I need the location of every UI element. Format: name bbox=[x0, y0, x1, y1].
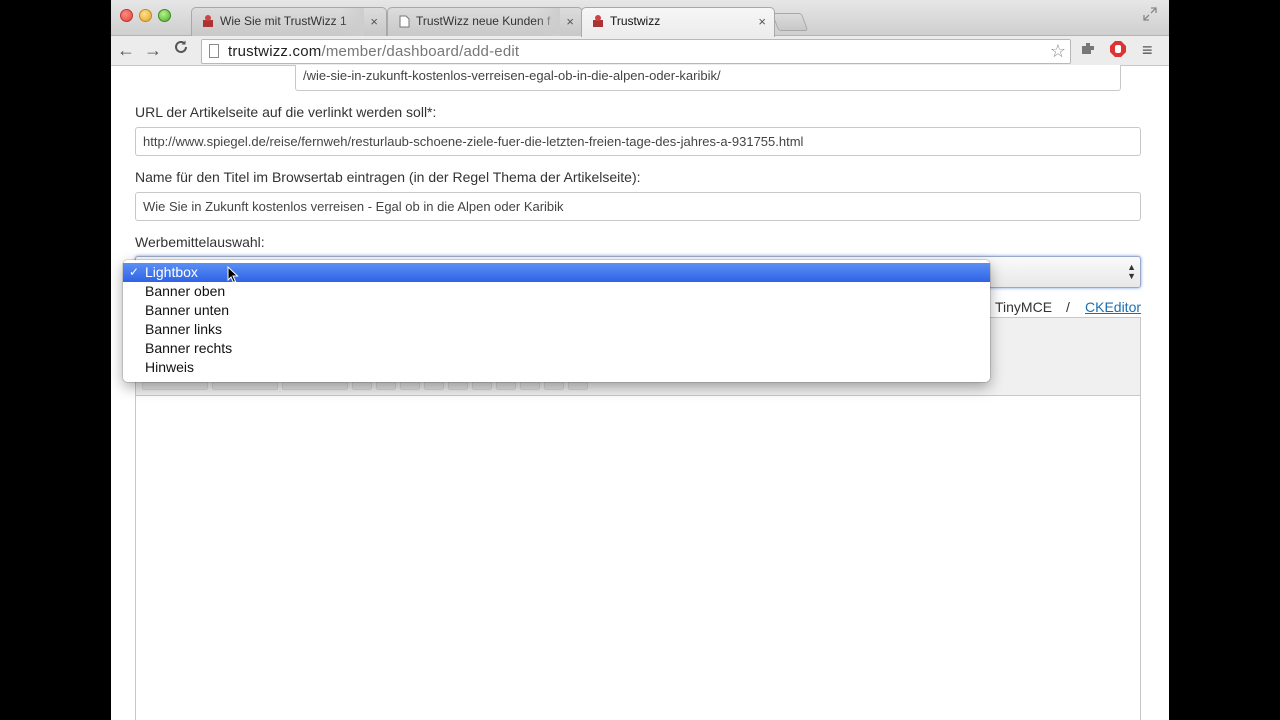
dropdown-option-banner-links[interactable]: Banner links bbox=[123, 320, 990, 339]
bookmark-star-icon[interactable]: ☆ bbox=[1050, 41, 1066, 62]
target-url-label: URL der Artikelseite auf die verlinkt we… bbox=[135, 104, 437, 120]
fullscreen-icon[interactable] bbox=[1143, 7, 1157, 24]
ad-select-label: Werbemittelauswahl: bbox=[135, 234, 265, 250]
page-content: /wie-sie-in-zukunft-kostenlos-verreisen-… bbox=[111, 65, 1169, 720]
close-tab-icon[interactable]: × bbox=[370, 14, 378, 29]
checkmark-icon: ✓ bbox=[129, 265, 140, 279]
dropdown-option-banner-oben[interactable]: Banner oben bbox=[123, 282, 990, 301]
article-path-input[interactable]: /wie-sie-in-zukunft-kostenlos-verreisen-… bbox=[295, 65, 1121, 91]
close-tab-icon[interactable]: × bbox=[566, 14, 574, 29]
browser-toolbar: ← → trustwizz.com/member/dashboard/add-e… bbox=[111, 36, 1169, 66]
minimize-window-button[interactable] bbox=[139, 9, 152, 22]
browser-window: Wie Sie mit TrustWizz 1 × TrustWizz neue… bbox=[111, 0, 1169, 720]
extension-puzzle-icon[interactable] bbox=[1079, 40, 1097, 63]
tab-title-label: Name für den Titel im Browsertab eintrag… bbox=[135, 169, 641, 185]
browser-tab-3-active[interactable]: Trustwizz × bbox=[581, 7, 775, 37]
close-window-button[interactable] bbox=[120, 9, 133, 22]
zoom-window-button[interactable] bbox=[158, 9, 171, 22]
editor-separator: / bbox=[1066, 299, 1070, 315]
new-tab-button[interactable] bbox=[771, 13, 809, 31]
dropdown-option-banner-unten[interactable]: Banner unten bbox=[123, 301, 990, 320]
dropdown-option-lightbox[interactable]: ✓ Lightbox bbox=[123, 263, 990, 282]
trustwizz-favicon-icon bbox=[202, 15, 214, 28]
reload-button[interactable] bbox=[173, 39, 189, 61]
dropdown-option-hinweis[interactable]: Hinweis bbox=[123, 358, 990, 377]
editor-ckeditor-link[interactable]: CKEditor bbox=[1085, 299, 1141, 315]
select-arrows-icon: ▲ ▼ bbox=[1127, 262, 1136, 281]
adblock-extension-icon[interactable] bbox=[1109, 40, 1127, 63]
tab-title-input[interactable]: Wie Sie in Zukunft kostenlos verreisen -… bbox=[135, 192, 1141, 221]
browser-menu-icon[interactable]: ≡ bbox=[1142, 40, 1153, 61]
url-text[interactable]: trustwizz.com/member/dashboard/add-edit bbox=[228, 43, 519, 60]
browser-tab-1[interactable]: Wie Sie mit TrustWizz 1 × bbox=[191, 7, 387, 36]
editor-tinymce-label[interactable]: TinyMCE bbox=[995, 299, 1052, 315]
page-icon bbox=[209, 44, 219, 58]
ad-type-dropdown-menu: ✓ Lightbox Banner oben Banner unten Bann… bbox=[123, 260, 990, 382]
trustwizz-favicon-icon bbox=[592, 15, 604, 28]
target-url-input[interactable]: http://www.spiegel.de/reise/fernweh/rest… bbox=[135, 127, 1141, 156]
mouse-cursor-icon bbox=[227, 266, 239, 284]
browser-tab-2[interactable]: TrustWizz neue Kunden f × bbox=[387, 7, 583, 36]
tab-strip: Wie Sie mit TrustWizz 1 × TrustWizz neue… bbox=[111, 0, 1169, 37]
close-tab-icon[interactable]: × bbox=[758, 14, 766, 29]
forward-button[interactable]: → bbox=[144, 39, 162, 61]
back-button[interactable]: ← bbox=[117, 39, 135, 61]
tab-title: TrustWizz neue Kunden f bbox=[416, 14, 551, 28]
tab-title: Trustwizz bbox=[610, 14, 661, 28]
tab-title: Wie Sie mit TrustWizz 1 bbox=[220, 14, 347, 28]
editor-text-area[interactable] bbox=[136, 397, 1140, 720]
page-icon bbox=[398, 15, 410, 28]
address-bar[interactable]: trustwizz.com/member/dashboard/add-edit … bbox=[201, 39, 1071, 64]
reload-icon bbox=[175, 40, 187, 53]
dropdown-option-banner-rechts[interactable]: Banner rechts bbox=[123, 339, 990, 358]
